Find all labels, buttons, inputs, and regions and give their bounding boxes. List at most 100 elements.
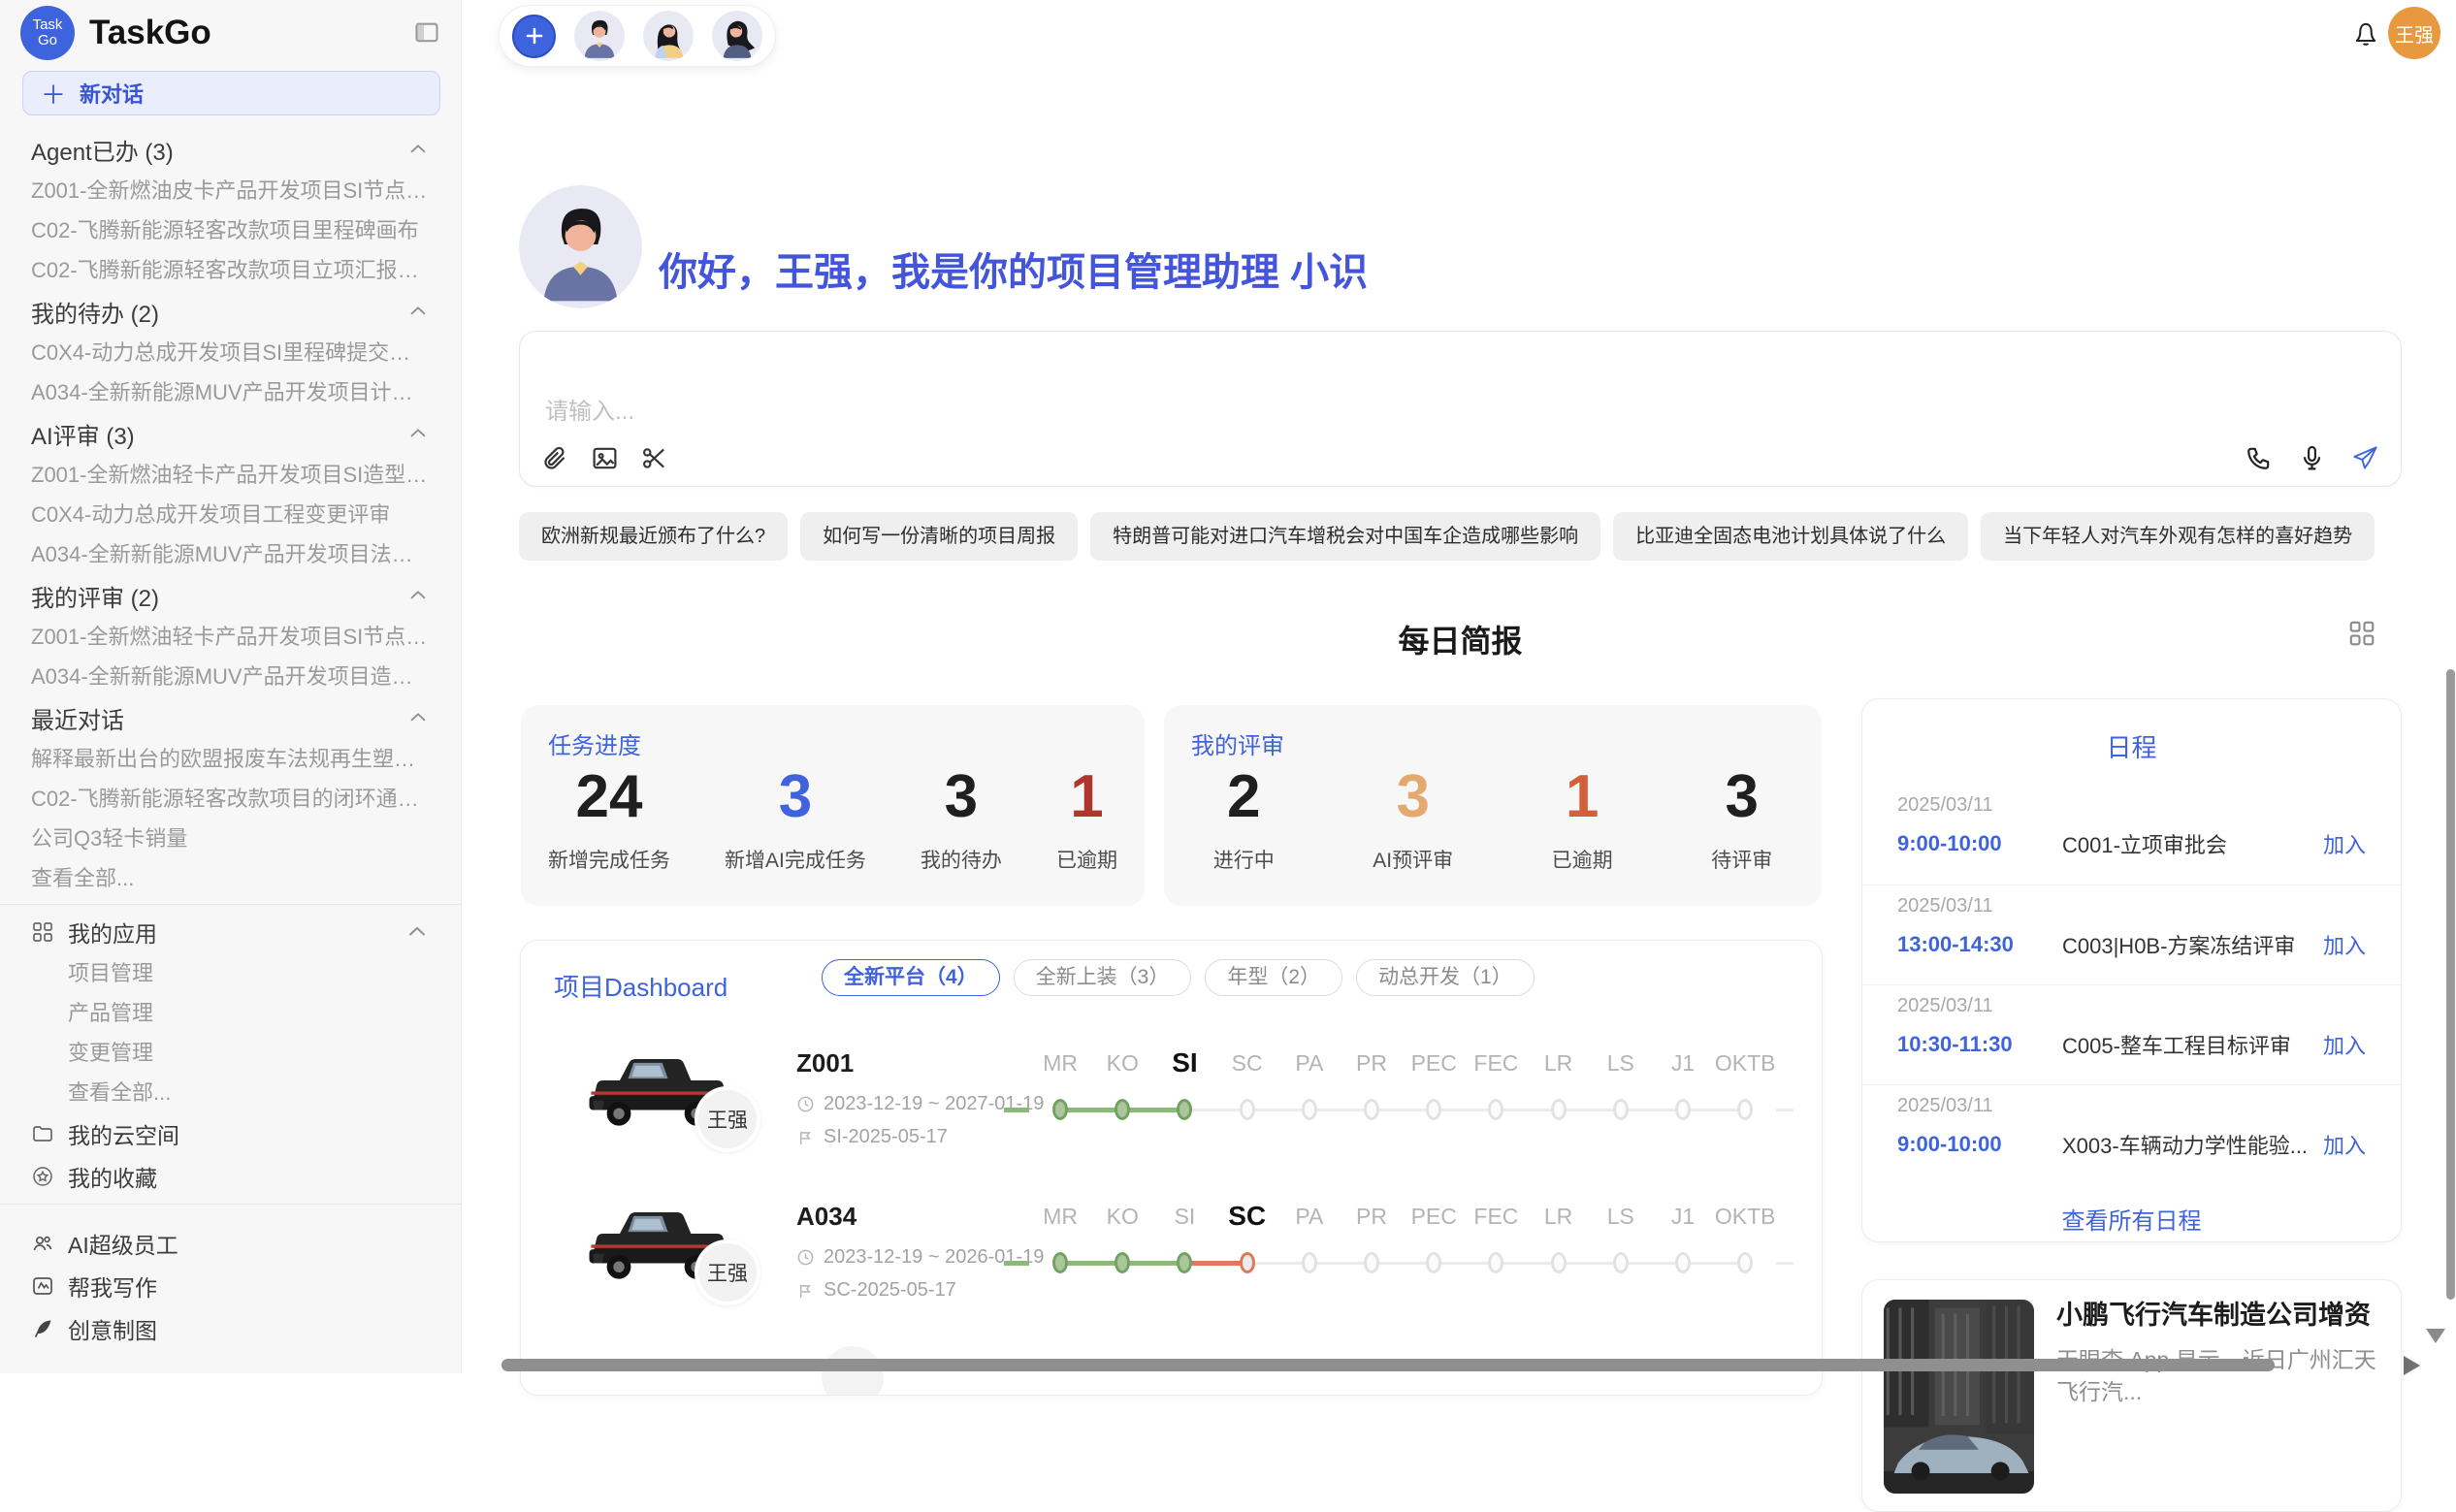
milestone-cell[interactable] <box>1528 1094 1590 1125</box>
milestone-cell[interactable] <box>1278 1094 1341 1125</box>
milestone-cell[interactable] <box>1153 1094 1215 1125</box>
screenshot-icon[interactable] <box>640 444 668 472</box>
chevron-up-icon[interactable] <box>407 301 429 322</box>
milestone-cell[interactable] <box>1278 1247 1341 1278</box>
milestone-cell[interactable] <box>1403 1094 1465 1125</box>
sidebar-item[interactable]: Z001-全新燃油皮卡产品开发项目SI节点Lesson Learn报告 <box>0 171 462 210</box>
milestone-cell[interactable] <box>1590 1247 1652 1278</box>
scroll-right-arrow[interactable] <box>2404 1356 2420 1375</box>
join-link[interactable]: 加入 <box>2323 1029 2366 1060</box>
sidebar-item-favorites[interactable]: 我的收藏 <box>0 1155 462 1198</box>
suggestion-chip[interactable]: 比亚迪全固态电池计划具体说了什么 <box>1613 512 1968 561</box>
suggestion-chip[interactable]: 特朗普可能对进口汽车增税会对中国车企造成哪些影响 <box>1090 512 1600 561</box>
sidebar-item[interactable]: Z001-全新燃油轻卡产品开发项目SI节点属性5D文件评审 <box>0 617 462 657</box>
agent-avatar-3[interactable] <box>712 11 762 61</box>
vertical-scrollbar[interactable] <box>2446 669 2455 1300</box>
schedule-item[interactable]: 2025/03/1110:30-11:30C005-整车工程目标评审加入 <box>1862 984 2401 1084</box>
milestone-cell[interactable] <box>1091 1094 1153 1125</box>
milestone-cell[interactable] <box>1153 1247 1215 1278</box>
chevron-up-icon[interactable] <box>407 585 429 606</box>
chevron-up-icon[interactable] <box>405 920 429 944</box>
sidebar-group-header[interactable]: AI评审 (3) <box>0 412 462 455</box>
sidebar-item-view-all-apps[interactable]: 查看全部... <box>0 1073 462 1112</box>
sidebar-item[interactable]: Z001-全新燃油轻卡产品开发项目SI造型提交物评审 <box>0 455 462 495</box>
milestone-cell[interactable] <box>1590 1094 1652 1125</box>
milestone-dot[interactable] <box>1488 1252 1503 1273</box>
milestone-dot[interactable] <box>1613 1099 1629 1120</box>
milestone-cell[interactable] <box>1029 1094 1091 1125</box>
suggestion-chip[interactable]: 如何写一份清晰的项目周报 <box>800 512 1078 561</box>
schedule-item[interactable]: 2025/03/119:00-10:00C001-立项审批会加入 <box>1862 785 2401 885</box>
suggestion-chip[interactable]: 当下年轻人对汽车外观有怎样的喜好趋势 <box>1981 512 2375 561</box>
milestone-dot[interactable] <box>1675 1252 1691 1273</box>
milestone-cell[interactable] <box>1652 1094 1714 1125</box>
dashboard-tab[interactable]: 年型（2） <box>1205 959 1342 996</box>
user-avatar[interactable]: 王强 <box>2388 7 2440 59</box>
milestone-dot[interactable] <box>1613 1252 1629 1273</box>
milestone-dot[interactable] <box>1177 1252 1192 1273</box>
dashboard-tab[interactable]: 全新平台（4） <box>822 959 1000 996</box>
milestone-cell[interactable] <box>1652 1247 1714 1278</box>
milestone-dot[interactable] <box>1240 1099 1255 1120</box>
milestone-dot[interactable] <box>1115 1099 1130 1120</box>
sidebar-item-creative-draw[interactable]: 创意制图 <box>0 1307 462 1350</box>
milestone-cell[interactable] <box>1216 1247 1278 1278</box>
milestone-dot[interactable] <box>1675 1099 1691 1120</box>
milestone-dot[interactable] <box>1737 1099 1753 1120</box>
milestone-cell[interactable] <box>1528 1247 1590 1278</box>
milestone-cell[interactable] <box>1216 1094 1278 1125</box>
sidebar-item-product-mgmt[interactable]: 产品管理 <box>0 993 462 1033</box>
view-all-schedule-link[interactable]: 查看所有日程 <box>1862 1202 2401 1236</box>
milestone-dot[interactable] <box>1737 1252 1753 1273</box>
milestone-dot[interactable] <box>1426 1099 1441 1120</box>
sidebar-item[interactable]: C02-飞腾新能源轻客改款项目立项汇报方案 <box>0 250 462 290</box>
sidebar-group-header[interactable]: 我的待办 (2) <box>0 290 462 333</box>
briefing-layout-icon[interactable] <box>2347 619 2376 648</box>
agent-avatar-2[interactable] <box>643 11 694 61</box>
phone-icon[interactable] <box>2245 444 2273 472</box>
milestone-cell[interactable] <box>1714 1247 1776 1278</box>
sidebar-item-my-apps[interactable]: 我的应用 <box>0 911 462 953</box>
dashboard-tab[interactable]: 动总开发（1） <box>1356 959 1535 996</box>
schedule-item[interactable]: 2025/03/119:00-10:00X003-车辆动力学性能验...加入 <box>1862 1084 2401 1184</box>
sidebar-collapse-icon[interactable] <box>413 19 440 45</box>
sidebar-item[interactable]: 解释最新出台的欧盟报废车法规再生塑料比例被调至15%... <box>0 739 462 779</box>
milestone-dot[interactable] <box>1302 1252 1317 1273</box>
sidebar-group-header[interactable]: Agent已办 (3) <box>0 128 462 171</box>
attachment-icon[interactable] <box>541 444 569 472</box>
sidebar-item-cloud-space[interactable]: 我的云空间 <box>0 1112 462 1155</box>
chevron-up-icon[interactable] <box>407 139 429 160</box>
chevron-up-icon[interactable] <box>407 707 429 728</box>
scroll-down-arrow[interactable] <box>2426 1329 2445 1343</box>
milestone-dot[interactable] <box>1052 1099 1068 1120</box>
milestone-dot[interactable] <box>1551 1252 1567 1273</box>
sidebar-item[interactable]: A034-全新新能源MUV产品开发项目造型可行性评审 <box>0 657 462 696</box>
microphone-icon[interactable] <box>2298 444 2326 472</box>
composer-input[interactable]: 请输入... <box>545 392 634 426</box>
milestone-dot[interactable] <box>1364 1252 1379 1273</box>
sidebar-item[interactable]: 查看全部... <box>0 858 462 898</box>
sidebar-item-project-mgmt[interactable]: 项目管理 <box>0 953 462 993</box>
milestone-cell[interactable] <box>1341 1247 1403 1278</box>
horizontal-scrollbar[interactable] <box>501 1359 2275 1371</box>
sidebar-item-help-write[interactable]: 帮我写作 <box>0 1265 462 1307</box>
notification-bell-icon[interactable] <box>2350 17 2381 48</box>
milestone-cell[interactable] <box>1465 1094 1527 1125</box>
sidebar-item[interactable]: A034-全新新能源MUV产品开发项目法规符合性评审 <box>0 534 462 574</box>
news-card[interactable]: 小鹏飞行汽车制造公司增资 天眼查 App 显示，近日广州汇天飞行汽... <box>1861 1279 2402 1512</box>
sidebar-item[interactable]: 公司Q3轻卡销量 <box>0 819 462 858</box>
milestone-dot[interactable] <box>1364 1099 1379 1120</box>
milestone-dot[interactable] <box>1240 1252 1255 1273</box>
sidebar-item[interactable]: C02-飞腾新能源轻客改款项目里程碑画布 <box>0 210 462 250</box>
milestone-cell[interactable] <box>1029 1247 1091 1278</box>
sidebar-item[interactable]: C0X4-动力总成开发项目工程变更评审 <box>0 495 462 534</box>
sidebar-item[interactable]: C02-飞腾新能源轻客改款项目的闭环通告反馈情况 <box>0 779 462 819</box>
agent-avatar-1[interactable] <box>574 11 625 61</box>
milestone-dot[interactable] <box>1488 1099 1503 1120</box>
sidebar-item-change-mgmt[interactable]: 变更管理 <box>0 1033 462 1073</box>
milestone-cell[interactable] <box>1091 1247 1153 1278</box>
suggestion-chip[interactable]: 欧洲新规最近颁布了什么? <box>519 512 788 561</box>
sidebar-item-ai-super-staff[interactable]: AI超级员工 <box>0 1222 462 1265</box>
add-agent-button[interactable] <box>512 15 556 58</box>
join-link[interactable]: 加入 <box>2323 929 2366 960</box>
